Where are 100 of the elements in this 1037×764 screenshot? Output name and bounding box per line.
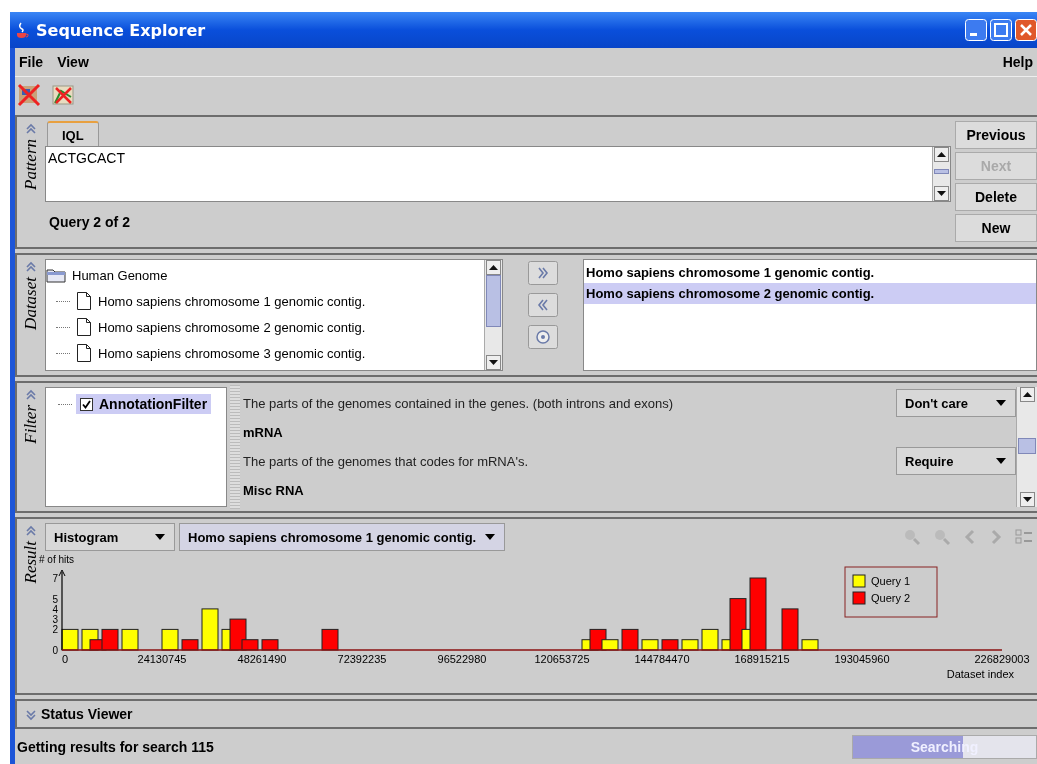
scroll-up-button[interactable] [934,147,949,162]
bar [701,628,719,651]
dropdown[interactable]: Homo sapiens chromosome 1 genomic contig. [179,523,506,551]
scrollbar[interactable] [484,260,502,370]
collapse-icon[interactable] [25,523,37,537]
remove-button[interactable] [528,293,558,317]
section-heading: Misc RNA [243,481,305,500]
caret-icon[interactable] [484,533,497,541]
legend-swatch [852,574,866,588]
list-view[interactable]: Homo sapiens chromosome 1 genomic contig. Homo sapiens chromosome 2 genomic contig. [583,259,1037,371]
info-button[interactable] [528,325,558,349]
tick-label: 2 [52,624,58,636]
bar [261,639,279,651]
legend-swatch [852,591,866,605]
close-button[interactable] [1015,19,1037,41]
tick-label: 0 [52,645,58,656]
tick-label: 226829003 [974,653,1030,665]
checkbox[interactable] [80,397,93,411]
tick-label: 193045960 [834,653,890,665]
scrollbar[interactable] [932,147,950,201]
menu-item[interactable]: View [57,54,89,70]
tree-view[interactable]: AnnotationFilter [45,387,227,507]
legend-label: Query 1 [871,575,911,587]
section-heading: mRNA [243,423,284,442]
scroll-up-button[interactable] [486,260,501,275]
scroll-thumb[interactable] [1018,438,1036,455]
dropdown[interactable]: Don't care [896,389,1016,417]
chart-cross-icon[interactable] [51,83,75,107]
dropdown[interactable]: Histogram [45,523,175,551]
panel-label: Dataset [21,277,41,330]
legend-label: Query 2 [871,592,911,604]
scroll-down-button[interactable] [486,355,501,370]
bar [661,639,679,651]
tick-label: 72392235 [337,653,387,665]
button[interactable]: Previous [955,121,1037,149]
tick-label: 4 [52,603,58,615]
cross-out-icon[interactable] [17,83,41,107]
tree-item[interactable]: Homo sapiens chromosome 2 genomic contig. [98,319,366,335]
bar [121,628,139,651]
caret-icon[interactable] [995,399,1007,407]
scroll-thumb[interactable] [486,275,501,327]
splitter-handle[interactable] [230,385,240,509]
axis-title: # of hits [39,554,75,565]
bar [801,639,819,651]
tick-label: 168915215 [734,653,790,665]
tick-label: 3 [52,614,58,626]
bar [621,628,639,651]
bar [161,628,179,651]
tick-label: 96522980 [437,653,487,665]
bar [181,639,199,651]
caret-icon[interactable] [154,533,166,541]
list-item[interactable]: Homo sapiens chromosome 2 genomic contig. [584,283,1036,304]
minimize-button[interactable] [965,19,987,41]
folder-icon [46,267,66,283]
query-field[interactable]: ACTGCACT [45,146,951,202]
add-button[interactable] [528,261,558,285]
tick-label: 7 [52,573,58,584]
document-icon [76,291,92,311]
bar [681,639,699,651]
tree-item[interactable]: AnnotationFilter [76,394,212,414]
tick-label: 144784470 [634,653,690,665]
collapse-icon[interactable] [25,387,37,401]
axis-title: Dataset index [946,668,1014,680]
scroll-up-button[interactable] [1019,387,1035,402]
tree-item[interactable]: Homo sapiens chromosome 1 genomic contig. [98,293,366,309]
scroll-down-button[interactable] [934,186,949,201]
collapse-icon[interactable] [25,121,37,135]
document-icon [76,343,92,363]
scrollbar[interactable] [1016,387,1037,507]
tick-label: 0 [62,653,69,665]
menu-item[interactable]: File [19,54,44,70]
maximize-button[interactable] [990,19,1012,41]
button[interactable]: New [955,214,1037,242]
tree-item[interactable]: Human Genome [72,267,168,283]
document-icon [76,317,92,337]
description-text: The parts of the genomes contained in the genes. (both introns and exons) [243,395,673,411]
tick-label: 120653725 [534,653,590,665]
tick-label: 48261490 [237,653,287,665]
dropdown[interactable]: Require [896,447,1016,475]
window-title: Sequence Explorer [36,20,206,40]
menu-item[interactable]: Help [1002,54,1033,70]
caret-icon[interactable] [995,457,1007,465]
bar [641,639,659,651]
bar [201,608,219,651]
scroll-down-button[interactable] [1019,492,1035,507]
scroll-thumb[interactable] [934,169,949,174]
description-text: The parts of the genomes that codes for mRNA's. [243,453,528,469]
panel-label: Result [21,541,40,584]
panel-label: Filter [21,405,41,444]
button[interactable]: Delete [955,183,1037,211]
query-status: Query 2 of 2 [48,213,131,230]
collapse-icon[interactable] [25,259,37,273]
tick-label: 5 [52,593,58,605]
java-cup-icon [14,21,30,39]
tree-view[interactable]: Human Genome Homo sapiens chromosome 1 genomic contig. Homo sapiens chromosome 2 genomic contig. Homo sapiens chromosome 3 genomic contig. [45,259,503,371]
tab[interactable]: IQL [47,121,99,146]
tree-item[interactable]: Homo sapiens chromosome 3 genomic contig. [98,345,366,361]
bar [321,628,339,651]
list-item[interactable]: Homo sapiens chromosome 1 genomic contig. [584,262,1036,283]
expand-icon[interactable] [25,707,37,721]
